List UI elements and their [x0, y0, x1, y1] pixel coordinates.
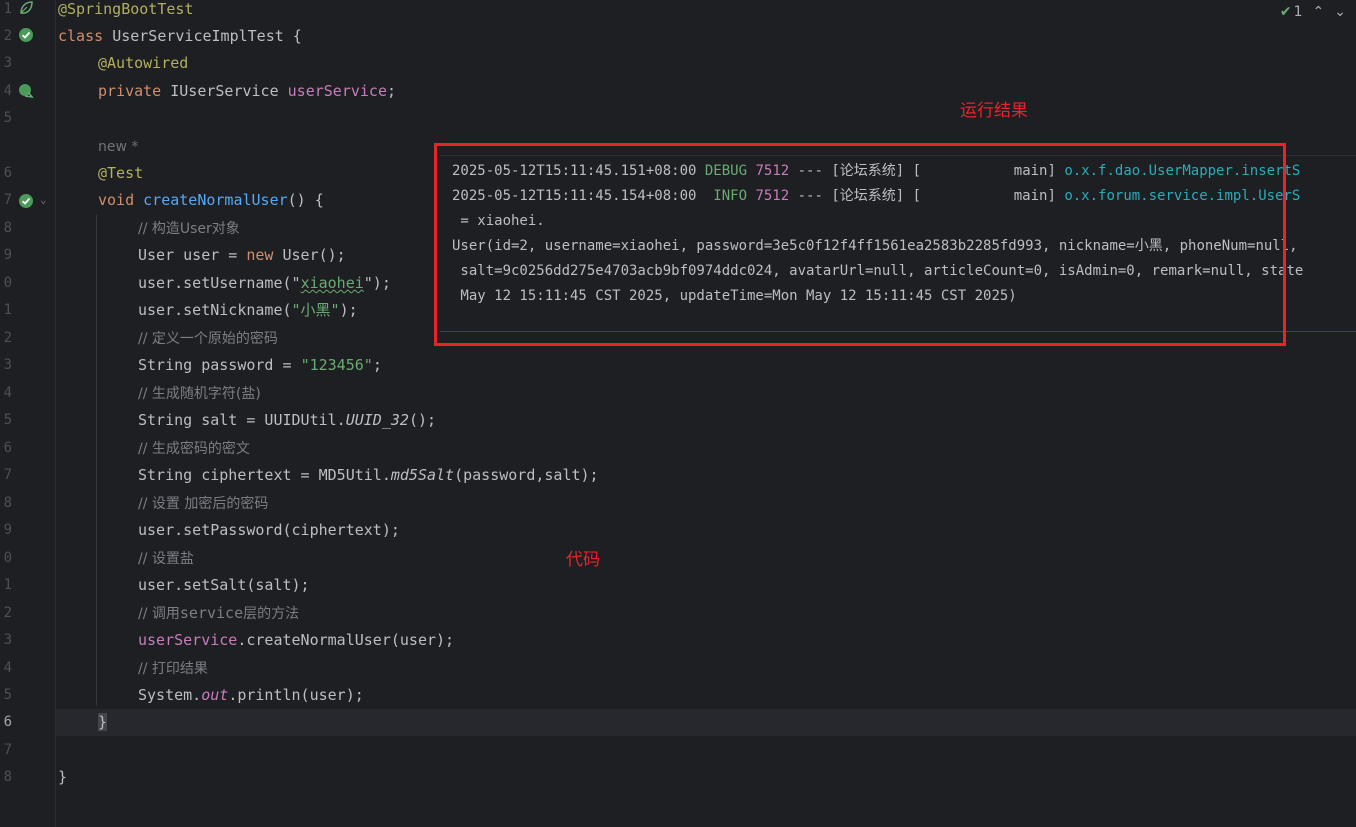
run-test-check-icon[interactable] [18, 193, 34, 209]
comment: // 生成密码的密文 [138, 441, 250, 457]
line-number: 7 [3, 192, 12, 208]
line-number: 4 [3, 385, 12, 401]
annotation: @Autowired [98, 54, 189, 72]
code-text: String password = [138, 356, 301, 374]
string-literal: xiaohei [300, 274, 364, 292]
punctuation: () { [287, 191, 324, 209]
keyword: class [58, 27, 113, 45]
code-text: ); [339, 301, 358, 319]
autowired-bean-icon[interactable] [18, 83, 34, 99]
line-number: 7 [3, 742, 12, 758]
line-gutter: 1 2 3 4 5 6 7 8 9 0 1 2 3 4 5 6 7 8 9 0 … [0, 0, 56, 827]
line-number: 2 [3, 330, 12, 346]
line-number-current: 6 [3, 714, 12, 730]
static-member: UUID_32 [345, 411, 409, 429]
code-text: user.setUsername(" [138, 274, 301, 292]
code-label: 代码 [566, 550, 600, 570]
highlight-box [434, 143, 1286, 346]
comment: // 构造User对象 [138, 221, 240, 237]
line-number: 4 [3, 83, 12, 99]
code-editor[interactable]: @SpringBootTest class UserServiceImplTes… [58, 0, 1356, 827]
punctuation: ; [387, 82, 397, 100]
line-number: 8 [3, 220, 12, 236]
annotation: @Test [98, 164, 144, 182]
code-text: user.setNickname( [138, 301, 292, 319]
string-literal: "小黑" [291, 301, 340, 319]
line-number: 4 [3, 660, 12, 676]
string-literal: "123456" [300, 356, 373, 374]
run-test-check-icon[interactable] [18, 27, 34, 43]
keyword: new [246, 246, 283, 264]
annotation: @SpringBootTest [58, 0, 194, 18]
code-text: User(); [282, 246, 346, 264]
comment: // 设置 加密后的密码 [138, 496, 269, 512]
code-text: user.setPassword(ciphertext); [138, 521, 400, 539]
line-number: 3 [3, 55, 12, 71]
line-number: 0 [3, 275, 12, 291]
line-number: 5 [3, 412, 12, 428]
closing-brace: } [58, 768, 68, 786]
code-text: .createNormalUser(user); [237, 631, 455, 649]
field-name: userService [287, 82, 387, 100]
code-text: .println(user); [228, 686, 364, 704]
comment: // 生成随机字符(盐) [138, 386, 261, 402]
line-number: 6 [3, 165, 12, 181]
line-number: 5 [3, 687, 12, 703]
field-name: userService [138, 631, 238, 649]
code-text: (); [408, 411, 437, 429]
line-number: 1 [3, 302, 12, 318]
line-number: 2 [3, 28, 12, 44]
comment: // 定义一个原始的密码 [138, 331, 278, 347]
line-number: 3 [3, 632, 12, 648]
code-text: user.setSalt(salt); [138, 576, 310, 594]
closing-brace: } [98, 713, 108, 731]
code-text: String salt = UUIDUtil. [138, 411, 346, 429]
line-number: 7 [3, 467, 12, 483]
code-text: "); [363, 274, 391, 292]
line-number: 6 [3, 440, 12, 456]
static-method: md5Salt [390, 466, 455, 484]
line-number: 8 [3, 495, 12, 511]
line-number: 1 [3, 577, 12, 593]
comment: // 打印结果 [138, 661, 208, 677]
line-number: 9 [3, 522, 12, 538]
code-text: User user = [138, 246, 247, 264]
code-text: (password,salt); [454, 466, 599, 484]
code-text: System. [138, 686, 202, 704]
line-number: 0 [3, 550, 12, 566]
comment: // 调用service层的方法 [138, 604, 300, 622]
class-name: UserServiceImplTest { [112, 27, 302, 45]
keyword: private [98, 82, 171, 100]
line-number: 5 [3, 110, 12, 126]
method-name: createNormalUser [143, 191, 288, 209]
usage-hint[interactable]: new * [98, 139, 138, 155]
keyword: void [98, 191, 144, 209]
code-text: ; [372, 356, 382, 374]
line-number: 3 [3, 357, 12, 373]
line-number: 9 [3, 247, 12, 263]
line-number: 1 [3, 1, 12, 17]
line-number: 2 [3, 605, 12, 621]
static-field: out [201, 686, 229, 704]
code-text: String ciphertext = MD5Util. [138, 466, 391, 484]
fold-chevron-icon[interactable]: ⌄ [40, 193, 47, 206]
result-label: 运行结果 [960, 101, 1028, 121]
comment: // 设置盐 [138, 551, 194, 567]
spring-leaf-icon[interactable] [18, 0, 34, 16]
line-number: 8 [3, 769, 12, 785]
type-name: IUserService [170, 82, 288, 100]
